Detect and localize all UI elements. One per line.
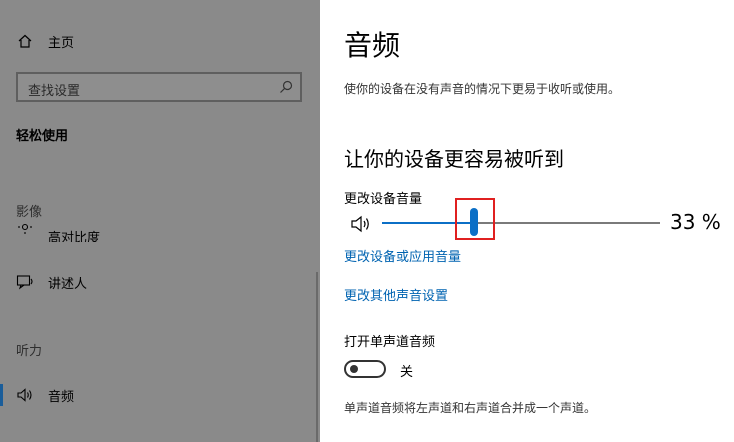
page-description: 使你的设备在没有声音的情况下更易于收听或使用。 [344, 82, 621, 96]
link-other-sound-settings[interactable]: 更改其他声音设置 [344, 285, 448, 304]
volume-value: 33 % [670, 210, 721, 234]
sidebar-item-label: 主页 [48, 35, 75, 51]
sidebar-section-hearing: 听力 [16, 344, 43, 359]
volume-label: 更改设备音量 [344, 192, 423, 207]
speaker-icon [350, 214, 372, 234]
home-icon [16, 32, 34, 50]
speaker-icon [16, 386, 34, 404]
sidebar-section-vision: 影像 [16, 205, 43, 220]
sidebar-scrollbar[interactable] [316, 272, 318, 442]
sidebar: 主页 查找设置 轻松使用 影像 高对比度 讲述人 听力 音频 [0, 0, 320, 442]
sidebar-item-label: 高对比度 [48, 231, 101, 242]
narrator-icon [16, 273, 34, 291]
contrast-icon [16, 222, 34, 236]
mono-audio-state: 关 [400, 365, 414, 380]
sidebar-item-contrast[interactable]: 高对比度 [0, 222, 320, 242]
sidebar-item-label: 讲述人 [48, 276, 88, 292]
mono-audio-note: 单声道音频将左声道和右声道合并成一个声道。 [344, 401, 597, 415]
main-panel: 音频 使你的设备在没有声音的情况下更易于收听或使用。 让你的设备更容易被听到 更… [320, 0, 734, 442]
link-app-volume[interactable]: 更改设备或应用音量 [344, 246, 461, 265]
mono-audio-label: 打开单声道音频 [344, 335, 436, 350]
sidebar-item-home[interactable]: 主页 [0, 27, 320, 55]
sidebar-item-audio[interactable]: 音频 [0, 381, 320, 409]
page-title: 音频 [344, 29, 401, 62]
search-placeholder: 查找设置 [28, 84, 81, 99]
mono-audio-toggle[interactable] [344, 360, 386, 378]
sidebar-category: 轻松使用 [16, 129, 69, 144]
sidebar-item-label: 音频 [48, 389, 75, 405]
search-input[interactable]: 查找设置 [16, 72, 302, 102]
sidebar-item-narrator[interactable]: 讲述人 [0, 268, 320, 296]
search-icon[interactable] [278, 79, 294, 95]
highlight-box [455, 198, 495, 240]
toggle-knob [350, 365, 358, 373]
section-title: 让你的设备更容易被听到 [344, 147, 564, 171]
volume-slider[interactable] [382, 222, 660, 224]
